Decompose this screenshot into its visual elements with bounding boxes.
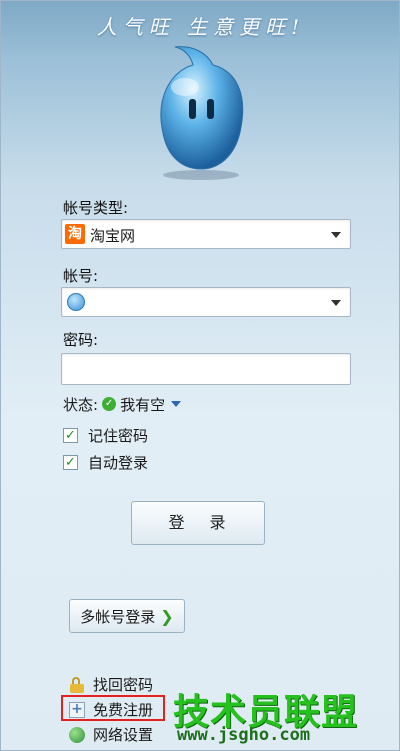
auto-login-option[interactable]: ✓ 自动登录: [63, 452, 148, 473]
login-window: 人气旺 生意更旺! 帐号类型: 淘 淘宝网 帐号: 密码: 状态: ✓ 我有空: [0, 0, 400, 751]
password-input[interactable]: [61, 353, 351, 385]
login-button[interactable]: 登 录: [131, 501, 265, 545]
chevron-down-icon[interactable]: [331, 300, 341, 306]
chevron-right-icon: ❯: [160, 606, 174, 626]
remember-password-checkbox[interactable]: ✓: [63, 428, 78, 443]
chevron-down-icon[interactable]: [331, 232, 341, 238]
account-type-label: 帐号类型:: [63, 199, 129, 217]
auto-login-label[interactable]: 自动登录: [88, 452, 148, 473]
status-dropdown-icon[interactable]: [171, 401, 182, 407]
slogan: 人气旺 生意更旺!: [96, 15, 306, 39]
lock-icon: [69, 676, 85, 693]
status-label: 状态:: [63, 395, 99, 414]
account-combobox[interactable]: [61, 287, 351, 317]
recover-password-label[interactable]: 找回密码: [93, 674, 153, 695]
auto-login-checkbox[interactable]: ✓: [63, 455, 78, 470]
wangwang-mascot-logo: [160, 46, 244, 180]
multi-account-login-button[interactable]: 多帐号登录 ❯: [69, 599, 185, 633]
remember-password-label[interactable]: 记住密码: [88, 425, 148, 446]
account-type-value: 淘宝网: [90, 227, 136, 245]
multi-account-login-label: 多帐号登录: [80, 607, 156, 626]
status-value[interactable]: 我有空: [120, 394, 165, 415]
remember-password-option[interactable]: ✓ 记住密码: [63, 425, 148, 446]
password-label: 密码:: [63, 331, 99, 349]
recover-password-link[interactable]: 找回密码: [69, 674, 153, 695]
watermark-url: www.jsgho.com: [177, 725, 311, 745]
wangwang-avatar-icon: [67, 293, 85, 311]
globe-icon: [69, 726, 85, 743]
account-type-select[interactable]: 淘 淘宝网: [61, 219, 351, 249]
available-status-icon[interactable]: ✓: [102, 397, 117, 411]
taobao-icon: 淘: [65, 224, 85, 244]
network-settings-link[interactable]: 网络设置: [69, 724, 153, 745]
status-row: 状态: ✓ 我有空: [63, 393, 182, 415]
account-label: 帐号:: [63, 267, 99, 285]
register-highlight-box: [61, 695, 165, 721]
network-settings-label[interactable]: 网络设置: [93, 724, 153, 745]
